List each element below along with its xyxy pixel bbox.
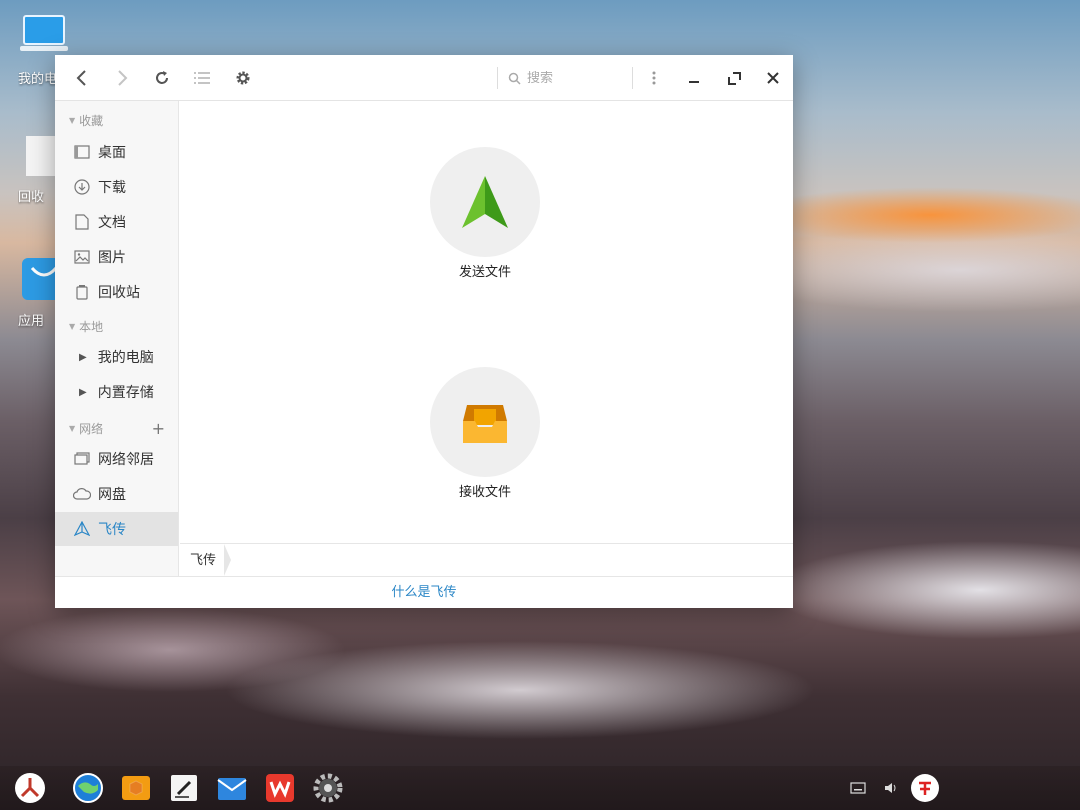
receive-file-button[interactable]: 接收文件 [430, 367, 540, 500]
settings-gear-icon[interactable] [312, 772, 344, 804]
receive-file-label: 接收文件 [458, 485, 511, 500]
sidebar-item-label: 回收站 [98, 285, 140, 301]
document-icon [73, 213, 91, 231]
section-header-label: 本地 [79, 320, 104, 334]
trash-icon [73, 283, 91, 301]
send-file-circle [430, 147, 540, 257]
search-input[interactable] [527, 70, 623, 86]
sidebar-item-downloads[interactable]: 下载 [55, 171, 178, 203]
browser-icon[interactable] [72, 772, 104, 804]
desktop-icon [73, 143, 91, 161]
main-content: 发送文件 接收文件 [180, 101, 793, 543]
download-icon [73, 178, 91, 196]
sidebar-item-label: 网络邻居 [98, 452, 154, 468]
refresh-icon [156, 71, 168, 84]
close-button[interactable] [758, 63, 788, 93]
sidebar-item-label: 我的电脑 [97, 350, 154, 366]
minimize-icon [689, 81, 699, 83]
sidebar-item-label: 下载 [98, 180, 126, 196]
add-network-button[interactable]: + [152, 419, 165, 438]
search-icon [508, 72, 521, 85]
volume-icon[interactable] [884, 782, 898, 794]
section-header-label: 收藏 [79, 114, 104, 128]
triangle-down-icon: ▼ [69, 116, 76, 125]
list-icon [194, 72, 210, 84]
list-view-button[interactable] [187, 63, 217, 93]
receive-file-circle [430, 367, 540, 477]
start-menu-icon[interactable] [14, 772, 46, 804]
gear-icon [236, 71, 250, 85]
sidebar-item-feichuan[interactable]: 飞传 [55, 512, 178, 546]
sidebar-item-label: 飞传 [98, 522, 126, 538]
sidebar-item-label: 桌面 [98, 145, 126, 161]
send-file-button[interactable]: 发送文件 [430, 147, 540, 280]
what-is-feichuan-link[interactable]: 什么是飞传 [391, 585, 456, 600]
mail-icon[interactable] [216, 772, 248, 804]
sidebar-section-favorites[interactable]: ▼ 收藏 [69, 112, 165, 129]
laptop-icon [20, 15, 68, 51]
triangle-down-icon: ▼ [69, 322, 76, 331]
sidebar-item-label: 图片 [98, 250, 126, 266]
network-neighborhood-icon [73, 450, 91, 468]
sidebar-item-my-computer[interactable]: ▶ 我的电脑 [55, 341, 178, 373]
settings-button[interactable] [228, 63, 258, 93]
text-editor-icon[interactable] [168, 772, 200, 804]
chevron-right-icon [118, 70, 128, 86]
send-arrow-icon [462, 176, 508, 228]
paper-plane-icon [73, 520, 91, 538]
sidebar-item-internal-storage[interactable]: ▶ 内置存储 [55, 376, 178, 408]
search-box [497, 67, 633, 89]
sidebar-item-label: 网盘 [98, 487, 126, 503]
keyboard-icon[interactable] [850, 782, 866, 794]
triangle-right-icon[interactable]: ▶ [79, 352, 87, 363]
cloud-icon [73, 485, 91, 503]
sidebar-item-trash[interactable]: 回收站 [55, 276, 178, 308]
wps-office-icon[interactable] [264, 772, 296, 804]
sidebar-item-label: 内置存储 [97, 385, 154, 401]
sidebar-section-local[interactable]: ▼ 本地 [69, 318, 165, 335]
sidebar-item-label: 文档 [98, 215, 126, 231]
file-manager-window: ▼ 收藏 桌面 下载 文档 图片 回收站 ▼ 本地 ▶ 我的电脑 [55, 55, 793, 608]
forward-button[interactable] [107, 63, 137, 93]
close-icon [767, 72, 779, 84]
sidebar-section-network[interactable]: ▼ 网络 + [69, 419, 165, 438]
sidebar-item-desktop[interactable]: 桌面 [55, 136, 178, 168]
watermark-logo-icon [911, 774, 939, 802]
refresh-button[interactable] [147, 63, 177, 93]
sidebar-item-documents[interactable]: 文档 [55, 206, 178, 238]
send-file-label: 发送文件 [458, 265, 511, 280]
sidebar: ▼ 收藏 桌面 下载 文档 图片 回收站 ▼ 本地 ▶ 我的电脑 ▶ 内置存储 … [55, 101, 179, 576]
taskbar [0, 766, 1080, 810]
triangle-right-icon[interactable]: ▶ [79, 387, 87, 398]
chevron-left-icon [76, 70, 86, 86]
title-bar [55, 55, 793, 101]
inbox-tray-icon [463, 405, 507, 443]
footer-bar: 什么是飞传 [55, 576, 793, 608]
sidebar-item-cloud-drive[interactable]: 网盘 [55, 478, 178, 510]
sidebar-item-network-neighborhood[interactable]: 网络邻居 [55, 443, 178, 475]
minimize-button[interactable] [679, 63, 709, 93]
section-header-label: 网络 [79, 422, 104, 436]
picture-icon [73, 248, 91, 266]
maximize-button[interactable] [719, 63, 749, 93]
breadcrumb: 飞传 [180, 543, 793, 576]
triangle-down-icon: ▼ [69, 424, 76, 433]
breadcrumb-item[interactable]: 飞传 [180, 543, 232, 577]
more-vertical-icon [652, 71, 656, 85]
file-manager-taskbar-icon[interactable] [120, 772, 152, 804]
maximize-icon [727, 71, 741, 85]
back-button[interactable] [67, 63, 97, 93]
more-button[interactable] [639, 63, 669, 93]
sidebar-item-pictures[interactable]: 图片 [55, 241, 178, 273]
